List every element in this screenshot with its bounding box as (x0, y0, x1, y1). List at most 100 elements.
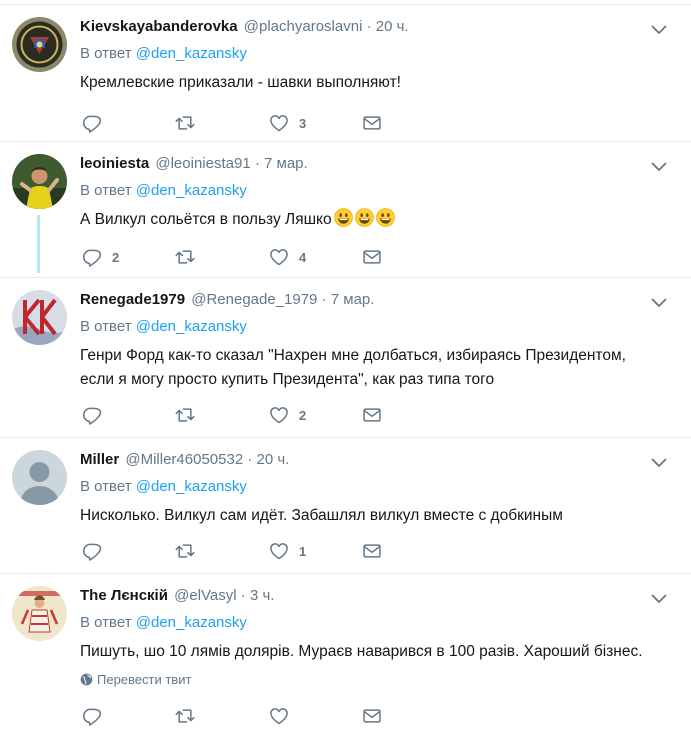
envelope-icon (362, 247, 382, 267)
reply-context: В ответ @den_kazansky (80, 318, 247, 335)
reply-context: В ответ @den_kazansky (80, 478, 247, 495)
envelope-icon (362, 113, 382, 133)
tweet[interactable]: The Лєнскій @elVasyl · 3 ч. В ответ @den… (0, 574, 691, 731)
reply-icon (82, 706, 102, 726)
avatar[interactable] (12, 290, 67, 345)
like-button[interactable]: 1 (269, 540, 306, 562)
mention-link[interactable]: @den_kazansky (136, 182, 247, 199)
avatar[interactable] (12, 17, 67, 72)
separator-dot: · (366, 18, 372, 35)
reply-prefix: В ответ (80, 478, 132, 495)
retweet-icon (175, 113, 195, 133)
mention-link[interactable]: @den_kazansky (136, 478, 247, 495)
heart-icon (269, 706, 289, 726)
direct-message-button[interactable] (362, 246, 382, 268)
like-count: 3 (299, 115, 307, 131)
retweet-icon (175, 247, 195, 267)
reply-context: В ответ @den_kazansky (80, 614, 247, 631)
like-button[interactable]: 4 (269, 246, 306, 268)
reply-button[interactable] (82, 705, 112, 727)
retweet-button[interactable] (175, 404, 205, 426)
avatar[interactable] (12, 154, 67, 209)
username[interactable]: @Renegade_1979 (191, 291, 317, 308)
timestamp[interactable]: 3 ч. (250, 587, 275, 604)
chevron-down-icon[interactable] (651, 161, 667, 173)
heart-icon (269, 405, 289, 425)
display-name[interactable]: Miller (80, 451, 119, 468)
timestamp[interactable]: 7 мар. (331, 291, 375, 308)
grinning-face-emoji-icon (334, 208, 353, 227)
direct-message-button[interactable] (362, 705, 382, 727)
reply-prefix: В ответ (80, 318, 132, 335)
like-count: 4 (299, 249, 307, 265)
separator-dot: · (254, 155, 260, 172)
reply-button[interactable] (82, 404, 112, 426)
reply-button[interactable] (82, 540, 112, 562)
direct-message-button[interactable] (362, 112, 382, 134)
envelope-icon (362, 541, 382, 561)
mention-link[interactable]: @den_kazansky (136, 614, 247, 631)
reply-button[interactable] (82, 112, 112, 134)
globe-icon (80, 673, 93, 686)
reply-context: В ответ @den_kazansky (80, 182, 247, 199)
tweet[interactable]: Renegade1979 @Renegade_1979 · 7 мар. В о… (0, 278, 691, 438)
tweet-text: Кремлевские приказали - шавки выполняют! (80, 74, 401, 91)
tweet[interactable]: leoiniesta @leoiniesta91 · 7 мар. В отве… (0, 142, 691, 278)
retweet-button[interactable] (175, 705, 205, 727)
tweet[interactable]: Miller @Miller46050532 · 20 ч. В ответ @… (0, 438, 691, 574)
display-name[interactable]: The Лєнскій (80, 587, 168, 604)
reply-icon (82, 113, 102, 133)
heart-icon (269, 247, 289, 267)
reply-icon (82, 247, 102, 267)
timestamp[interactable]: 20 ч. (257, 451, 290, 468)
username[interactable]: @leoiniesta91 (155, 155, 250, 172)
retweet-icon (175, 405, 195, 425)
display-name[interactable]: Kievskayabanderovka (80, 18, 238, 35)
separator-dot: · (247, 451, 253, 468)
mention-link[interactable]: @den_kazansky (136, 45, 247, 62)
tweet-actions: 3 (80, 112, 400, 134)
chevron-down-icon[interactable] (651, 297, 667, 309)
reply-prefix: В ответ (80, 182, 132, 199)
chevron-down-icon[interactable] (651, 457, 667, 469)
like-button[interactable]: 2 (269, 404, 306, 426)
tweet-header: leoiniesta @leoiniesta91 · 7 мар. (80, 155, 308, 172)
tweet-header: Kievskayabanderovka @plachyaroslavni · 2… (80, 18, 409, 35)
display-name[interactable]: leoiniesta (80, 155, 149, 172)
tweet-text: А Вилкул сольётся в пользу Ляшко (80, 208, 680, 232)
timestamp[interactable]: 7 мар. (264, 155, 308, 172)
timestamp[interactable]: 20 ч. (376, 18, 409, 35)
retweet-button[interactable] (175, 112, 205, 134)
mention-link[interactable]: @den_kazansky (136, 318, 247, 335)
translate-tweet-link[interactable]: Перевести твит (80, 672, 191, 687)
chevron-down-icon[interactable] (651, 593, 667, 605)
like-count: 2 (299, 407, 307, 423)
reply-icon (82, 405, 102, 425)
tweet-text-line: если я могу просто купить Президента", к… (80, 371, 495, 388)
username[interactable]: @Miller46050532 (125, 451, 243, 468)
grinning-face-emoji-icon (355, 208, 374, 227)
retweet-button[interactable] (175, 540, 205, 562)
direct-message-button[interactable] (362, 404, 382, 426)
heart-icon (269, 113, 289, 133)
reply-button[interactable]: 2 (82, 246, 119, 268)
retweet-button[interactable] (175, 246, 205, 268)
chevron-down-icon[interactable] (651, 24, 667, 36)
tweet-text-line: Генри Форд как-то сказал "Нахрен мне дол… (80, 347, 626, 364)
display-name[interactable]: Renegade1979 (80, 291, 185, 308)
reply-context: В ответ @den_kazansky (80, 45, 247, 62)
separator-dot: · (321, 291, 327, 308)
tweet[interactable]: Kievskayabanderovka @plachyaroslavni · 2… (0, 4, 691, 142)
tweet-actions (80, 705, 400, 727)
tweet-text: Нисколько. Вилкул сам идёт. Забашлял вил… (80, 507, 563, 524)
tweet-text: Генри Форд как-то сказал "Нахрен мне дол… (80, 344, 680, 392)
avatar[interactable] (12, 450, 67, 505)
username[interactable]: @elVasyl (174, 587, 236, 604)
grinning-face-emoji-icon (376, 208, 395, 227)
direct-message-button[interactable] (362, 540, 382, 562)
like-button[interactable]: 3 (269, 112, 306, 134)
avatar[interactable] (12, 586, 67, 641)
separator-dot: · (240, 587, 246, 604)
username[interactable]: @plachyaroslavni (244, 18, 363, 35)
like-button[interactable] (269, 705, 299, 727)
